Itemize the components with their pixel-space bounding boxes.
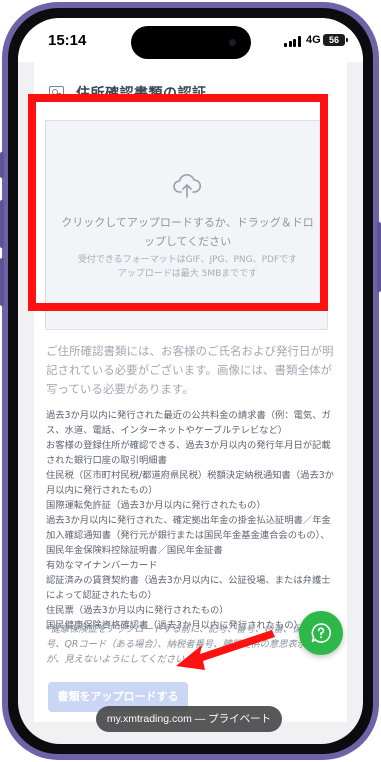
chat-button[interactable] bbox=[299, 611, 343, 655]
list-item: 認証済みの賃貸契約書（過去3か月以内に、公証役場、または弁護士によって認証された… bbox=[46, 575, 331, 601]
signal-icon bbox=[284, 36, 301, 47]
file-dropzone[interactable]: クリックしてアップロードするか、ドラッグ＆ドロップしてください 受付できるフォー… bbox=[45, 120, 328, 330]
requirement-notice: ご住所確認書類には、お客様のご氏名および発行日が明記されている必要がございます。… bbox=[46, 344, 334, 396]
battery-icon: 56 bbox=[323, 34, 345, 46]
battery-tip bbox=[346, 38, 348, 42]
screen: 15:14 4G 56 住所確認書類の認証 クリックしてアップロードするか、ドラ… bbox=[18, 18, 363, 744]
dropzone-instruction: クリックしてアップロードするか、ドラッグ＆ドロップしてください bbox=[61, 216, 314, 248]
list-item: 国際運転免許証（過去3か月以内に発行されたもの） bbox=[46, 500, 266, 511]
dropzone-hints: 受付できるフォーマットはGIF、JPG、PNG、PDFです アップロードは最大 … bbox=[56, 253, 319, 281]
phone-side-button-left-1 bbox=[0, 152, 4, 178]
phone-side-button-left-2 bbox=[0, 200, 4, 248]
health-insurance-note: *健康保険証をアップロードする前に、記号、番号、枝番、保険者番号、QRコード（あ… bbox=[46, 624, 330, 665]
list-item: 有効なマイナンバーカード bbox=[46, 560, 158, 571]
accepted-documents-list: 過去3か月以内に発行された最近の公共料金の請求書（例：電気、ガス、水道、電話、イ… bbox=[46, 408, 338, 633]
chat-help-icon bbox=[311, 623, 332, 643]
dropzone-formats: 受付できるフォーマットはGIF、JPG、PNG、PDFです bbox=[77, 255, 298, 265]
list-item: 過去3か月以内に発行された最近の公共料金の請求書（例：電気、ガス、水道、電話、イ… bbox=[46, 410, 331, 436]
id-card-icon bbox=[49, 86, 64, 99]
phone-side-button-left-3 bbox=[0, 258, 4, 306]
cloud-upload-icon bbox=[173, 174, 201, 198]
network-type: 4G bbox=[306, 34, 321, 46]
browser-url-bar[interactable]: my.xmtrading.com — プライベート bbox=[96, 706, 282, 732]
camera-dot bbox=[229, 39, 236, 46]
battery-level: 56 bbox=[328, 35, 339, 45]
dropzone-size-limit: アップロードは最大 5MBまでです bbox=[117, 269, 258, 279]
status-time: 15:14 bbox=[48, 32, 87, 49]
title-row: 住所確認書類の認証 bbox=[34, 80, 347, 106]
phone-side-button-right bbox=[377, 222, 381, 292]
list-item: 住民票（過去3か月以内に発行されたもの） bbox=[46, 605, 229, 616]
list-item: 住民税（区市町村民税/都道府県民税）税額決定納税通知書（過去3か月以内に発行され… bbox=[46, 470, 334, 496]
page-title: 住所確認書類の認証 bbox=[76, 86, 207, 102]
list-item: お客様の登録住所が確認できる、過去3か月以内の発行年月日が記載された銀行口座の取… bbox=[46, 440, 331, 466]
status-bar: 15:14 4G 56 bbox=[18, 18, 363, 62]
list-item: 過去3か月以内に発行された、確定拠出年金の掛金払込証明書／年金加入確認通知書（発… bbox=[46, 515, 331, 556]
